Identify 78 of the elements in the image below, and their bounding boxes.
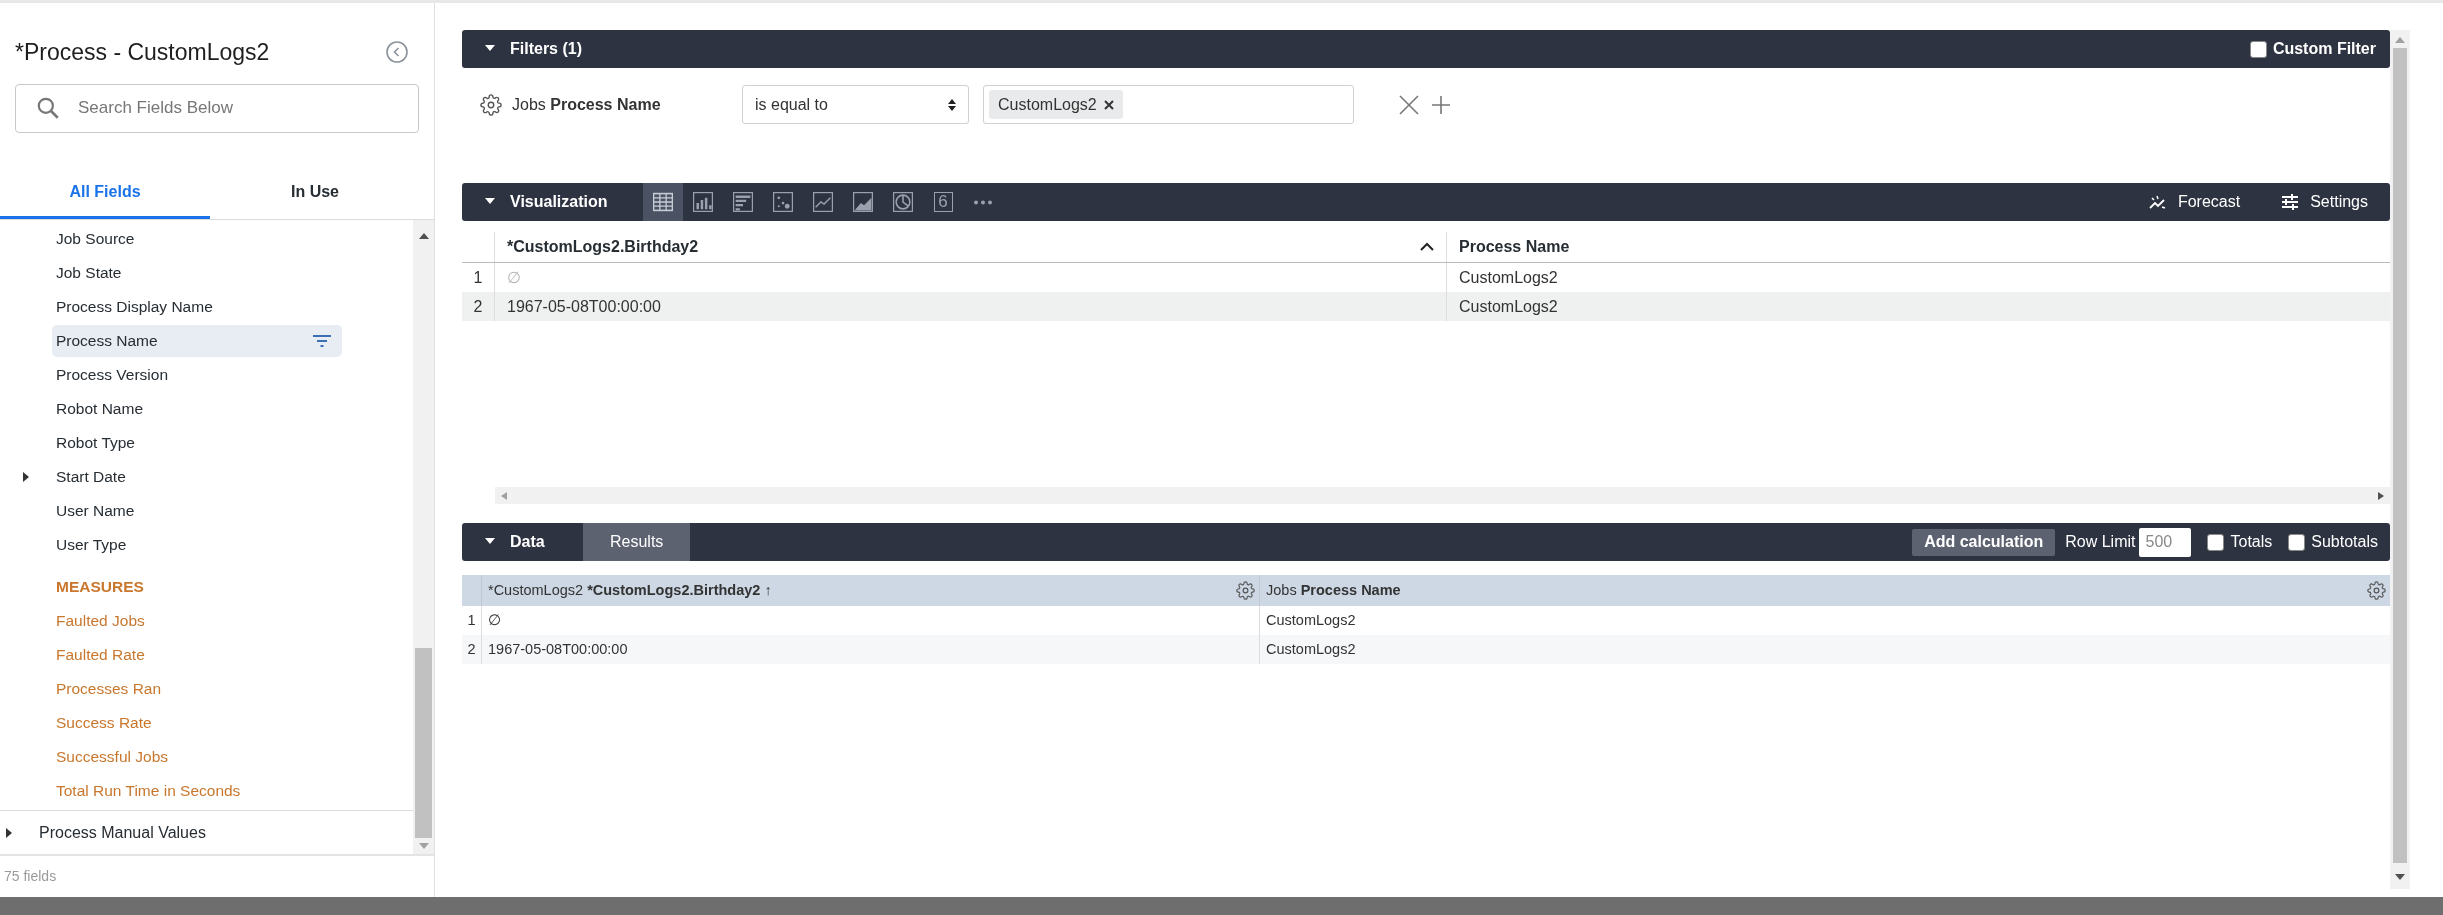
field-count: 75 fields (4, 867, 57, 886)
field-item[interactable]: Process Display Name (52, 290, 342, 323)
field-item[interactable]: Start Date (52, 460, 342, 493)
field-item[interactable]: User Name (52, 494, 342, 527)
value-field[interactable]: CustomLogs2 (983, 85, 1354, 124)
field-item[interactable]: Job State (52, 256, 342, 289)
row-limit-field[interactable]: 500 (2139, 527, 2192, 557)
column-header[interactable]: *CustomLogs2 *CustomLogs2.Birthday2 ↑ (482, 575, 1259, 606)
search-field[interactable]: Search Fields Below (15, 83, 419, 133)
section-title: Data (510, 532, 545, 552)
filter-field-label: Jobs Process Name (512, 95, 661, 115)
totals-checkbox[interactable] (2207, 533, 2225, 551)
checkbox-label: Totals (2230, 532, 2273, 552)
row-limit-label: Row Limit (2065, 532, 2136, 552)
scrollbar-thumb[interactable] (415, 648, 432, 838)
field-item[interactable]: Successful Jobs (52, 740, 342, 773)
custom-filter-checkbox[interactable] (2249, 40, 2267, 58)
checkbox-label: Subtotals (2311, 532, 2378, 552)
field-item[interactable]: Success Rate (52, 706, 342, 739)
sliders-icon (2280, 192, 2301, 212)
row-number: 2 (462, 635, 482, 664)
section-heading: MEASURES (55, 576, 145, 597)
gear-icon[interactable] (480, 94, 502, 116)
single-value-icon: 6 (933, 192, 953, 212)
field-item[interactable]: Faulted Jobs (52, 604, 342, 637)
row-number: 2 (462, 292, 495, 321)
subtotals-checkbox[interactable] (2288, 533, 2306, 551)
plus-icon[interactable] (1432, 96, 1450, 114)
add-calculation-button[interactable]: Add calculation (1912, 528, 2056, 556)
section-toggle[interactable]: Filters (1) (462, 30, 602, 68)
scroll-right-icon[interactable] (2378, 491, 2384, 500)
table-cell-text: 1967-05-08T00:00:00 (487, 639, 629, 659)
gear-icon[interactable] (2367, 581, 2386, 600)
bar-chart-icon (733, 192, 753, 212)
table-cell-text: ∅ (487, 610, 502, 630)
group-label[interactable]: Process Manual Values (39, 820, 206, 845)
column-header[interactable]: *CustomLogs2.Birthday2 (495, 232, 1447, 262)
scatter-chart-icon (773, 192, 793, 212)
chart-type-button[interactable] (643, 183, 683, 221)
field-tab[interactable]: All Fields (0, 168, 210, 219)
gear-icon[interactable] (1236, 581, 1255, 600)
column-chart-icon (693, 192, 713, 212)
field-item[interactable]: User Type (52, 528, 342, 561)
collapse-icon[interactable] (385, 40, 409, 65)
scroll-down-icon[interactable] (2395, 873, 2405, 881)
forecast-button[interactable]: Forecast (2147, 190, 2241, 214)
close-icon (1103, 99, 1114, 110)
chart-type-button[interactable]: 6 (923, 183, 963, 221)
scrollbar-thumb[interactable] (2393, 48, 2407, 863)
more-icon (973, 199, 993, 205)
table-cell: 1967-05-08T00:00:00 (495, 292, 1447, 321)
field-tab[interactable]: In Use (210, 168, 420, 219)
value-chip[interactable]: CustomLogs2 (989, 90, 1123, 119)
section-toggle[interactable]: Visualization (462, 183, 643, 221)
pie-chart-icon (893, 192, 913, 212)
field-item[interactable]: Robot Type (52, 426, 342, 459)
sort-arrows-icon (948, 98, 956, 111)
scroll-up-icon[interactable] (418, 231, 429, 240)
table-cell-text: CustomLogs2 (1458, 267, 1559, 288)
section-title: Visualization (510, 192, 608, 212)
field-item[interactable]: Process Version (52, 358, 342, 391)
checkbox-label: Custom Filter (2272, 39, 2376, 59)
field-item[interactable]: Process Name (52, 324, 342, 357)
table-cell-text: CustomLogs2 (1458, 296, 1559, 317)
table-chart-icon (653, 192, 673, 212)
field-item[interactable]: Job Source (52, 222, 342, 255)
area-chart-icon (853, 192, 873, 212)
column-header[interactable]: Process Name (1447, 232, 2390, 262)
settings-button[interactable]: Settings (2280, 190, 2368, 214)
field-item[interactable]: Processes Ran (52, 672, 342, 705)
close-icon[interactable] (1398, 94, 1420, 116)
field-item[interactable]: Robot Name (52, 392, 342, 425)
section-toggle[interactable]: Data (462, 523, 583, 561)
explore-title: *Process - CustomLogs2 (15, 38, 270, 67)
results-tab[interactable]: Results (583, 523, 691, 561)
operator-select[interactable]: is equal to (742, 85, 969, 124)
line-chart-icon (813, 192, 833, 212)
section-title: Filters (1) (510, 39, 582, 59)
